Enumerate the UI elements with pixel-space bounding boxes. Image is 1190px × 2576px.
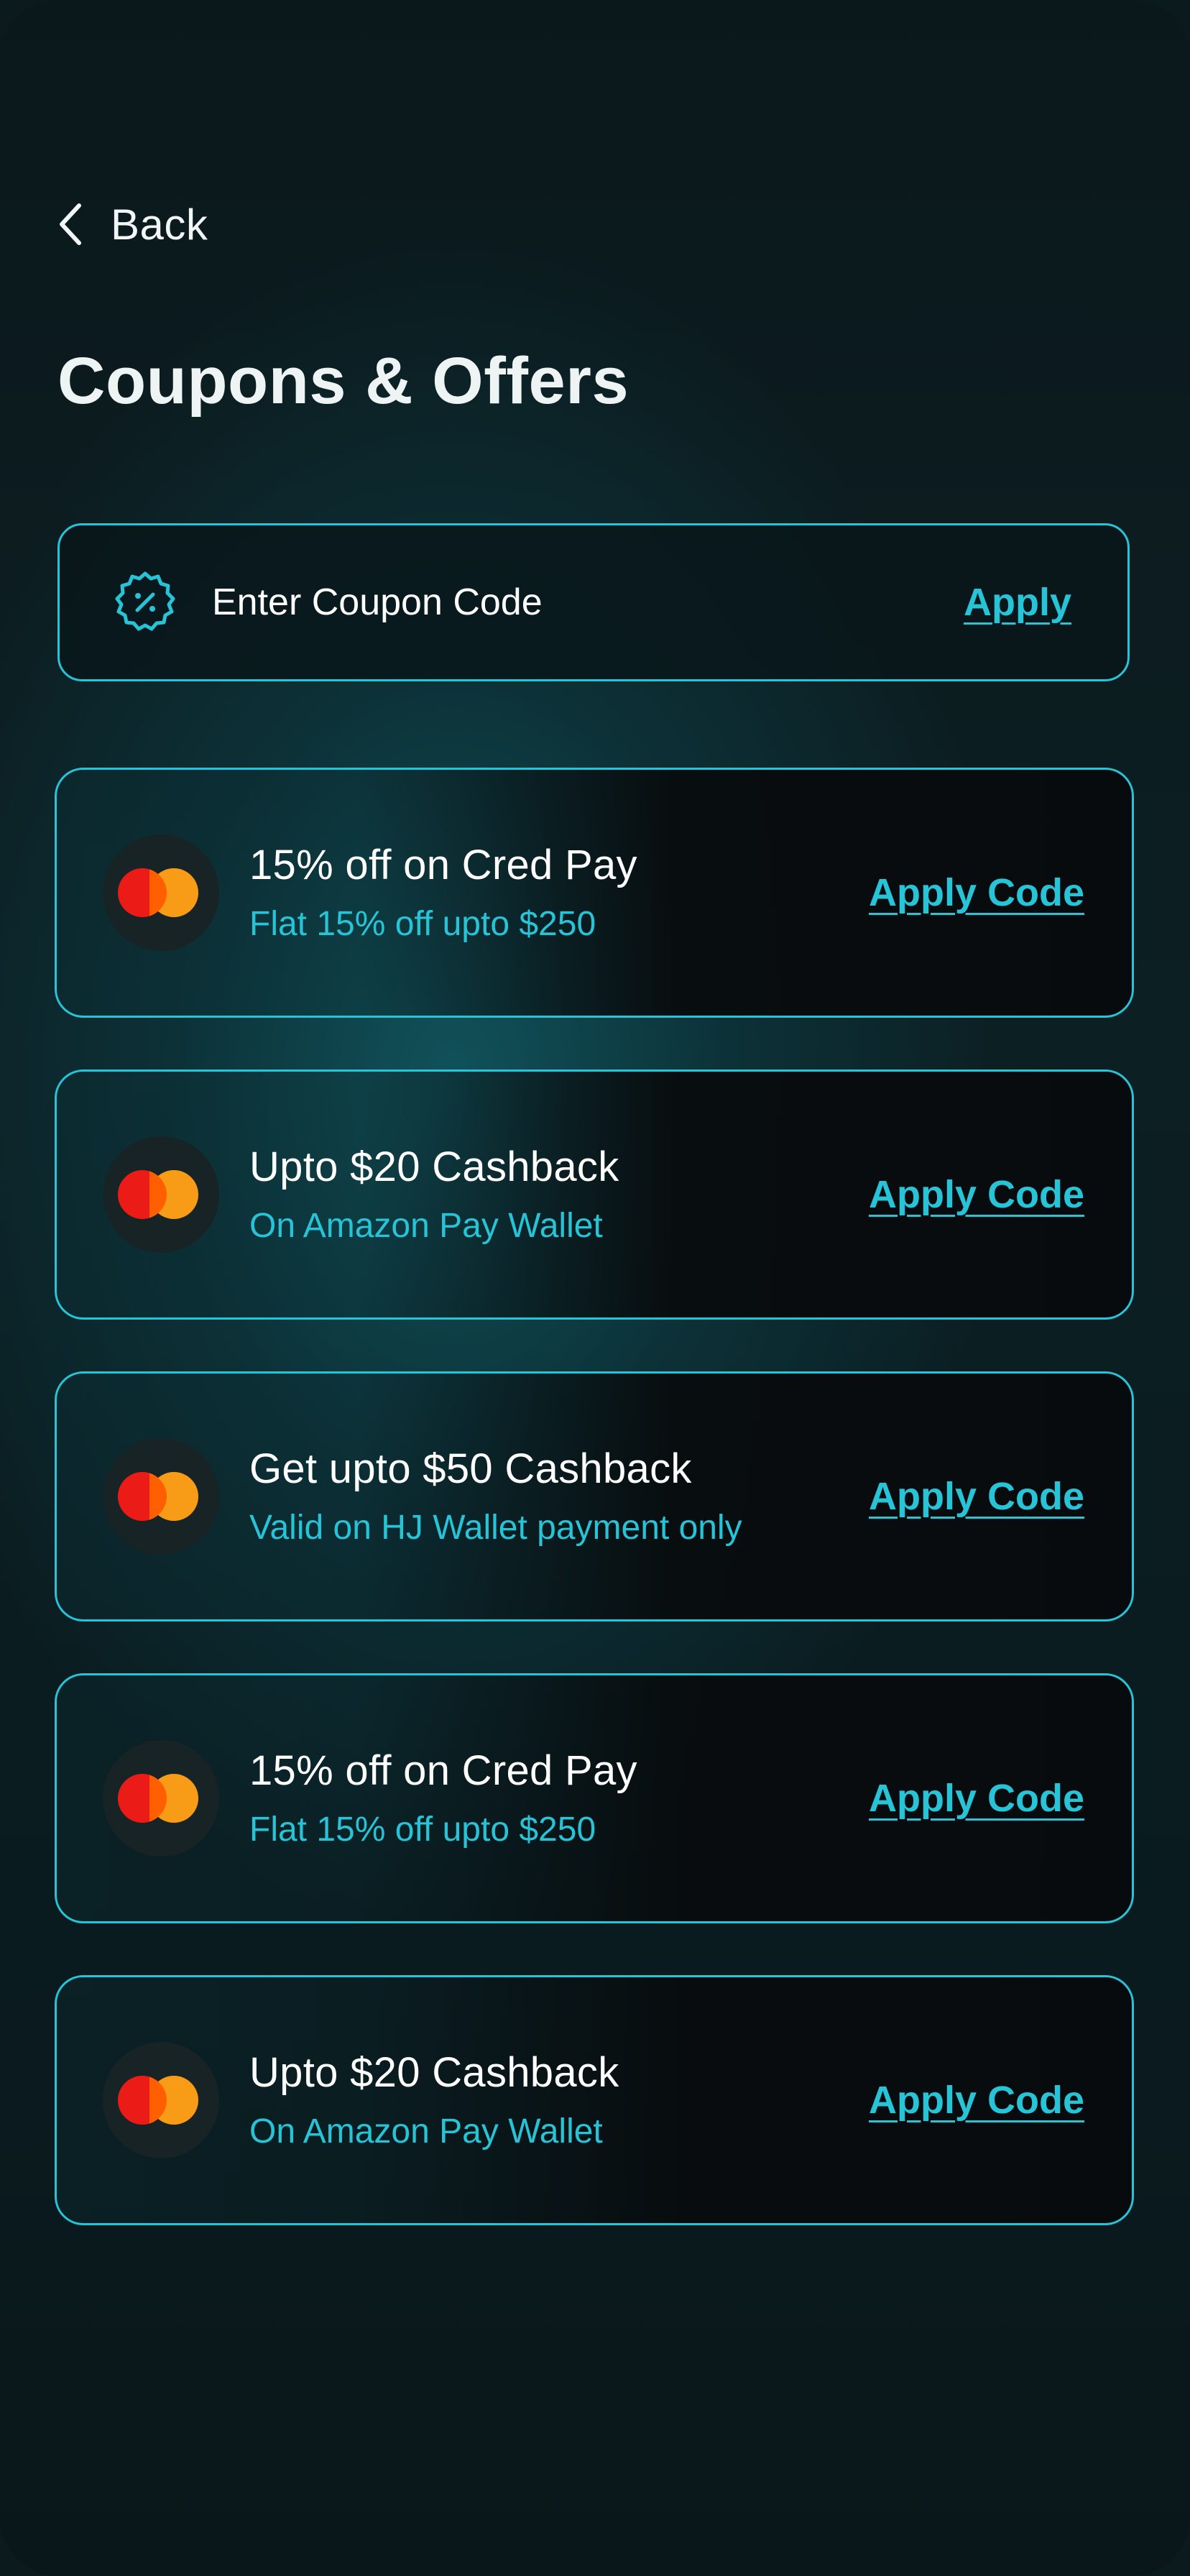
offer-subtitle: On Amazon Pay Wallet [249, 1207, 603, 1245]
apply-code-button[interactable]: Apply Code [869, 1172, 1084, 1217]
offer-card[interactable]: Upto $20 Cashback On Amazon Pay Wallet A… [55, 1975, 1134, 2225]
mastercard-logo-icon [103, 1136, 219, 1253]
mastercard-logo-icon [103, 1740, 219, 1857]
offer-subtitle: Flat 15% off upto $250 [249, 1811, 596, 1849]
back-label: Back [111, 200, 208, 249]
offer-card[interactable]: Upto $20 Cashback On Amazon Pay Wallet A… [55, 1070, 1134, 1320]
chevron-left-icon [60, 203, 81, 245]
offer-subtitle: Flat 15% off upto $250 [249, 905, 596, 943]
mastercard-logo-icon [103, 2042, 219, 2158]
apply-code-button[interactable]: Apply Code [869, 870, 1084, 915]
offer-subtitle: Valid on HJ Wallet payment only [249, 1509, 742, 1547]
offer-title: Get upto $50 Cashback [249, 1445, 692, 1492]
apply-coupon-button[interactable]: Apply [964, 580, 1071, 625]
coupons-screen: Back Coupons & Offers Apply 15% off on C… [0, 0, 1190, 2576]
offer-title: 15% off on Cred Pay [249, 1747, 637, 1794]
discount-badge-icon [115, 571, 175, 631]
offer-card[interactable]: 15% off on Cred Pay Flat 15% off upto $2… [55, 1673, 1134, 1923]
apply-code-button[interactable]: Apply Code [869, 1474, 1084, 1519]
offer-title: Upto $20 Cashback [249, 2049, 619, 2096]
back-button[interactable]: Back [57, 196, 208, 253]
offer-card[interactable]: Get upto $50 Cashback Valid on HJ Wallet… [55, 1371, 1134, 1622]
offer-subtitle: On Amazon Pay Wallet [249, 2112, 603, 2150]
coupon-code-field: Apply [57, 523, 1130, 681]
mastercard-logo-icon [103, 1438, 219, 1555]
page-title: Coupons & Offers [57, 344, 629, 418]
offer-title: 15% off on Cred Pay [249, 842, 637, 888]
coupon-code-input[interactable] [211, 580, 964, 625]
apply-code-button[interactable]: Apply Code [869, 1776, 1084, 1821]
offer-card[interactable]: 15% off on Cred Pay Flat 15% off upto $2… [55, 768, 1134, 1018]
apply-code-button[interactable]: Apply Code [869, 2078, 1084, 2122]
mastercard-logo-icon [103, 834, 219, 951]
offer-title: Upto $20 Cashback [249, 1144, 619, 1190]
